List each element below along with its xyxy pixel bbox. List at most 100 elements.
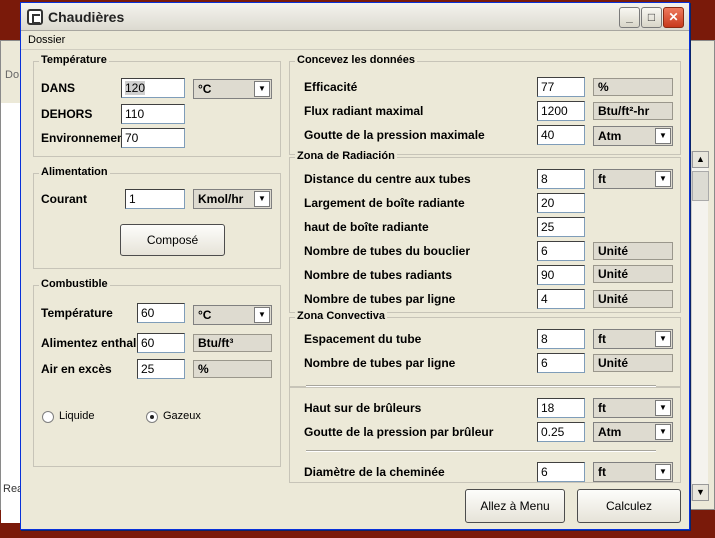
par-ligne-radiation-input[interactable]: 4 [537,289,585,309]
minimize-button[interactable]: _ [619,7,640,28]
chevron-down-icon[interactable]: ▼ [655,464,671,480]
goutte-bruleur-input[interactable]: 0.25 [537,422,585,442]
temperature-group: Température DANS 120 °C ▼ DEHORS 110 Envi… [33,54,281,157]
efficacite-input[interactable]: 77 [537,77,585,97]
radiants-unit: Unité [593,265,673,283]
liquide-label[interactable]: Liquide [59,410,94,422]
par-ligne-convective-unit: Unité [593,354,673,372]
alimentation-title: Alimentation [39,166,110,178]
goutte-max-input[interactable]: 40 [537,125,585,145]
maximize-button[interactable]: □ [641,7,662,28]
dans-label: DANS [41,81,76,95]
cheminee-label: Diamètre de la cheminée [304,465,445,479]
flux-unit: Btu/ft²-hr [593,102,673,120]
combustible-title: Combustible [39,278,110,290]
close-button[interactable]: ✕ [663,7,684,28]
chevron-down-icon[interactable]: ▼ [254,81,270,97]
enthalpy-unit: Btu/ft³ [193,334,272,352]
temperature-unit-select[interactable]: °C ▼ [193,79,272,99]
goutte-bruleur-label: Goutte de la pression par brûleur [304,425,494,439]
combustible-temperature-input[interactable]: 60 [137,303,185,323]
concevez-title: Concevez les données [295,54,417,66]
scroll-down-icon[interactable]: ▼ [692,484,709,501]
bruleurs-group: Haut sur de brûleurs 18 ft ▼ Goutte de la… [289,385,681,483]
combustible-temperature-unit-select[interactable]: °C ▼ [193,305,272,325]
courant-unit-select[interactable]: Kmol/hr ▼ [193,189,272,209]
bouclier-unit: Unité [593,242,673,260]
chevron-down-icon[interactable]: ▼ [254,307,270,323]
app-icon [27,9,43,25]
title-bar[interactable]: Chaudières _ □ ✕ [21,3,689,31]
goutte-max-unit-select[interactable]: Atm ▼ [593,126,673,146]
compose-button[interactable]: Composé [120,224,225,256]
radiants-input[interactable]: 90 [537,265,585,285]
courant-label: Courant [41,192,87,206]
convectiva-title: Zona Convectiva [295,310,388,322]
window-title: Chaudières [48,9,125,25]
convectiva-group: Zona Convectiva Espacement du tube 8 ft ▼… [289,310,681,387]
air-excess-label: Air en excès [41,362,112,376]
radiacion-group: Zona de Radiación Distance du centre aux… [289,150,681,313]
gazeux-label[interactable]: Gazeux [163,410,201,422]
espacement-unit-select[interactable]: ft ▼ [593,329,673,349]
chevron-down-icon[interactable]: ▼ [655,424,671,440]
dans-input[interactable]: 120 [121,78,185,98]
gazeux-radio[interactable] [146,411,158,423]
concevez-group: Concevez les données Efficacité 77 % Flu… [289,54,681,155]
flux-label: Flux radiant maximal [304,104,424,118]
cheminee-unit-select[interactable]: ft ▼ [593,462,673,482]
menu-bar: Dossier [21,32,689,50]
background-scrollbar[interactable]: ▲ ▼ [691,151,709,501]
dehors-label: DEHORS [41,107,93,121]
haut-boite-label: haut de boîte radiante [304,220,429,234]
calculez-button[interactable]: Calculez [577,489,681,523]
par-ligne-convective-label: Nombre de tubes par ligne [304,356,456,370]
combustible-group: Combustible Température 60 °C ▼ Alimentez… [33,278,281,467]
par-ligne-radiation-unit: Unité [593,290,673,308]
haut-bruleurs-input[interactable]: 18 [537,398,585,418]
distance-label: Distance du centre aux tubes [304,172,471,186]
separator [306,450,656,452]
air-excess-input[interactable]: 25 [137,359,185,379]
courant-input[interactable]: 1 [125,189,185,209]
espacement-input[interactable]: 8 [537,329,585,349]
enthalpy-input[interactable]: 60 [137,333,185,353]
bouclier-input[interactable]: 6 [537,241,585,261]
air-excess-unit: % [193,360,272,378]
flux-input[interactable]: 1200 [537,101,585,121]
distance-unit-select[interactable]: ft ▼ [593,169,673,189]
cheminee-input[interactable]: 6 [537,462,585,482]
efficacite-label: Efficacité [304,80,358,94]
environnement-label: Environnemen [41,131,125,145]
chevron-down-icon[interactable]: ▼ [655,171,671,187]
distance-input[interactable]: 8 [537,169,585,189]
bouclier-label: Nombre de tubes du bouclier [304,244,471,258]
haut-boite-input[interactable]: 25 [537,217,585,237]
chevron-down-icon[interactable]: ▼ [655,331,671,347]
goutte-max-label: Goutte de la pression maximale [304,128,485,142]
largement-input[interactable]: 20 [537,193,585,213]
chevron-down-icon[interactable]: ▼ [254,191,270,207]
background-menu-text: Do [5,69,20,81]
allez-menu-button[interactable]: Allez à Menu [465,489,565,523]
chevron-down-icon[interactable]: ▼ [655,128,671,144]
environnement-input[interactable]: 70 [121,128,185,148]
dehors-input[interactable]: 110 [121,104,185,124]
scroll-thumb[interactable] [692,171,709,201]
menu-dossier[interactable]: Dossier [28,34,65,46]
par-ligne-convective-input[interactable]: 6 [537,353,585,373]
chevron-down-icon[interactable]: ▼ [655,400,671,416]
goutte-bruleur-unit-select[interactable]: Atm ▼ [593,422,673,442]
par-ligne-radiation-label: Nombre de tubes par ligne [304,292,456,306]
liquide-radio[interactable] [42,411,54,423]
alimentation-group: Alimentation Courant 1 Kmol/hr ▼ Composé [33,166,281,269]
temperature-title: Température [39,54,109,66]
enthalpy-label: Alimentez enthalp [41,336,137,350]
radiants-label: Nombre de tubes radiants [304,268,453,282]
largement-label: Largement de boîte radiante [304,196,465,210]
separator [306,385,656,387]
efficacite-unit: % [593,78,673,96]
scroll-up-icon[interactable]: ▲ [692,151,709,168]
haut-bruleurs-unit-select[interactable]: ft ▼ [593,398,673,418]
chaudieres-window: Chaudières _ □ ✕ Dossier Température DAN… [20,2,690,530]
